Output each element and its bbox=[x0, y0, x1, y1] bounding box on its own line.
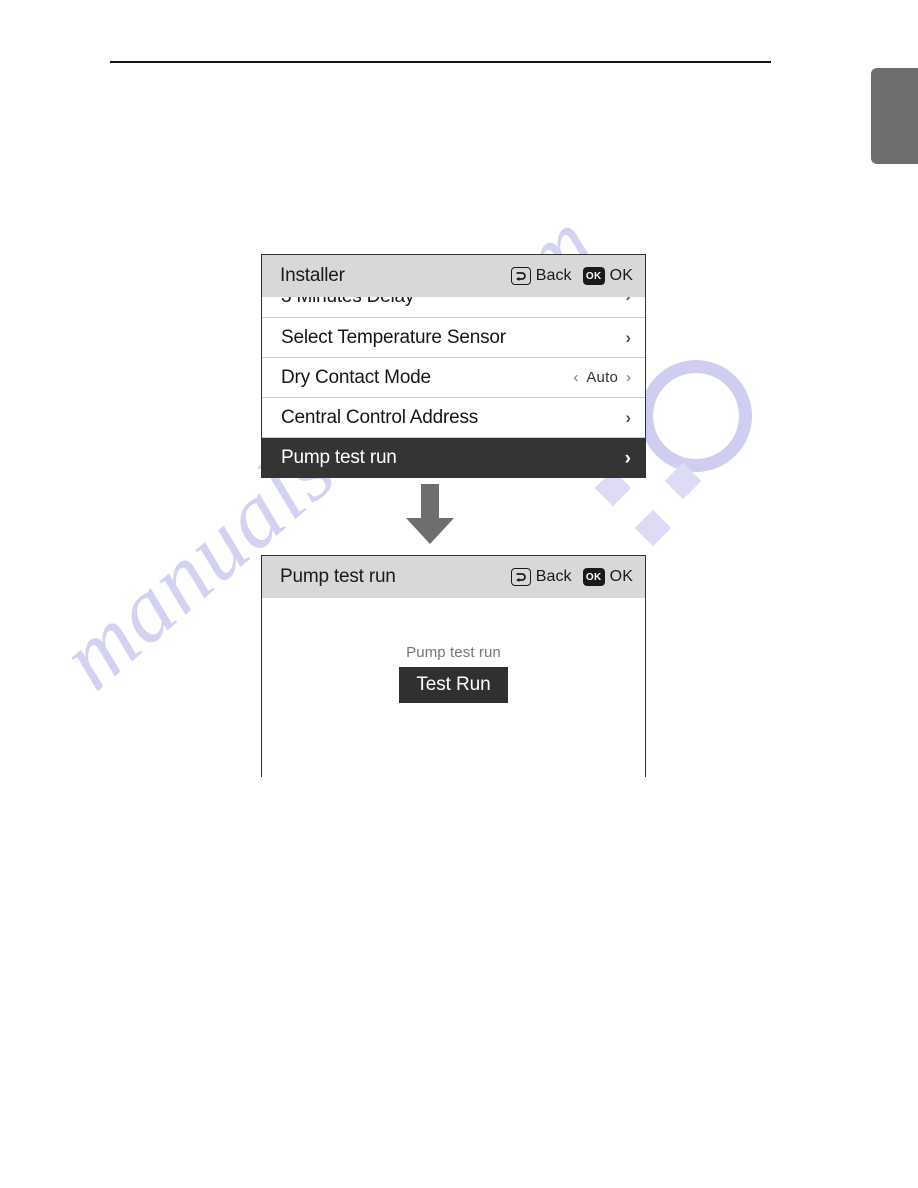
watermark-ring-decoration bbox=[640, 360, 752, 472]
back-button-label: Back bbox=[535, 267, 572, 284]
pump-test-run-caption: Pump test run bbox=[406, 644, 501, 661]
dry-contact-mode-value: Auto bbox=[586, 369, 618, 386]
flow-down-arrow bbox=[404, 484, 456, 546]
page-title: Pump test run bbox=[280, 566, 396, 587]
back-button[interactable]: Back bbox=[510, 267, 572, 285]
menu-item-label: Select Temperature Sensor bbox=[281, 326, 506, 348]
menu-item-label: Central Control Address bbox=[281, 406, 479, 428]
header-divider-rule bbox=[110, 61, 771, 63]
page-title: Installer bbox=[280, 265, 345, 286]
pump-test-run-header: Pump test run Back OK OK bbox=[262, 556, 645, 598]
pump-test-run-body: Pump test run Test Run bbox=[262, 598, 645, 778]
header-actions: Back OK OK bbox=[510, 568, 633, 586]
dry-contact-mode-stepper[interactable]: ‹ Auto › bbox=[573, 369, 631, 386]
installer-panel-header: Installer Back OK OK bbox=[262, 255, 645, 297]
installer-menu-panel: Installer Back OK OK 3 Minutes Delay › bbox=[261, 254, 646, 478]
back-button[interactable]: Back bbox=[510, 568, 572, 586]
test-run-button[interactable]: Test Run bbox=[399, 667, 508, 703]
chevron-right-icon: › bbox=[624, 447, 631, 469]
watermark-dot-decoration bbox=[664, 462, 702, 500]
back-arrow-icon bbox=[510, 568, 531, 586]
pump-test-run-panel: Pump test run Back OK OK Pump test run T… bbox=[261, 555, 646, 778]
ok-key-icon: OK bbox=[582, 568, 605, 586]
menu-item-label: Pump test run bbox=[281, 447, 397, 468]
ok-key-icon: OK bbox=[582, 267, 605, 285]
menu-item-central-control-address[interactable]: Central Control Address › bbox=[262, 398, 645, 438]
chevron-right-icon[interactable]: › bbox=[626, 370, 631, 385]
ok-button-label: OK bbox=[609, 568, 633, 585]
menu-item-dry-contact-mode[interactable]: Dry Contact Mode ‹ Auto › bbox=[262, 358, 645, 398]
menu-item-label: 3 Minutes Delay bbox=[281, 297, 625, 308]
ok-button-label: OK bbox=[609, 267, 633, 284]
header-actions: Back OK OK bbox=[510, 267, 633, 285]
back-button-label: Back bbox=[535, 568, 572, 585]
menu-item-3-minutes-delay[interactable]: 3 Minutes Delay › bbox=[262, 297, 645, 318]
menu-item-select-temperature-sensor[interactable]: Select Temperature Sensor › bbox=[262, 318, 645, 358]
chevron-right-icon: › bbox=[625, 297, 631, 304]
back-arrow-icon bbox=[510, 267, 531, 285]
ok-button[interactable]: OK OK bbox=[582, 568, 633, 586]
chevron-right-icon: › bbox=[625, 408, 631, 427]
chevron-right-icon: › bbox=[625, 328, 631, 347]
chevron-left-icon[interactable]: ‹ bbox=[573, 370, 578, 385]
menu-item-pump-test-run[interactable]: Pump test run › bbox=[262, 438, 645, 478]
page-side-tab bbox=[871, 68, 918, 164]
ok-button[interactable]: OK OK bbox=[582, 267, 633, 285]
watermark-dot-decoration bbox=[634, 509, 672, 547]
menu-item-label: Dry Contact Mode bbox=[281, 366, 431, 388]
installer-menu-list[interactable]: 3 Minutes Delay › Select Temperature Sen… bbox=[262, 297, 645, 479]
